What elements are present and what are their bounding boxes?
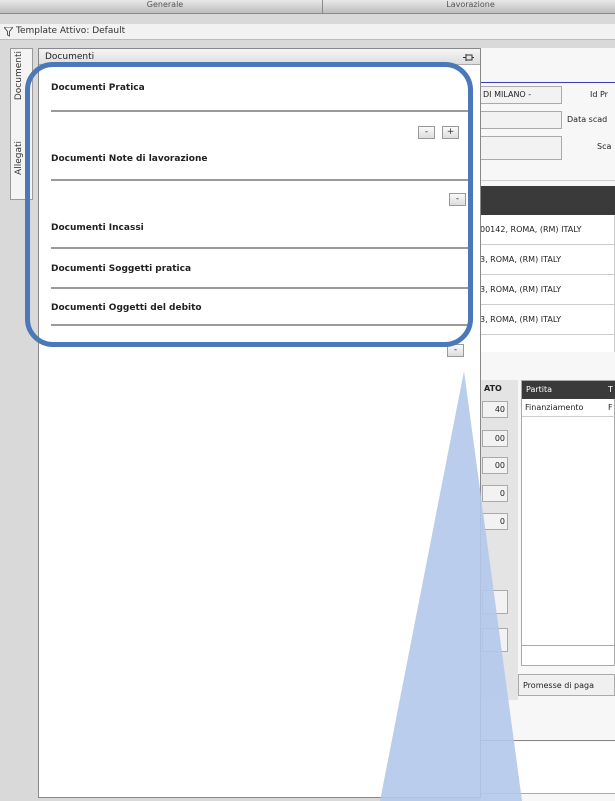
address-cell: 3, ROMA, (RM) ITALY	[480, 285, 562, 294]
partita-table-header: Partita T	[522, 381, 615, 399]
background-field-2[interactable]	[480, 111, 562, 129]
bottom-divider	[480, 740, 615, 741]
filter-icon[interactable]	[4, 27, 13, 37]
due-date-label: Data scad	[567, 115, 608, 124]
table-footer-line	[522, 645, 615, 646]
side-tab-allegati-label: Allegati	[14, 141, 24, 175]
highlight-bracket	[25, 62, 473, 347]
address-cell: 00142, ROMA, (RM) ITALY	[480, 225, 582, 234]
side-tab-allegati[interactable]: Allegati	[14, 141, 24, 199]
table-row[interactable]: 00142, ROMA, (RM) ITALY	[480, 215, 615, 245]
column-header-partita: Partita	[526, 385, 553, 394]
amount-column	[480, 380, 518, 700]
background-field-3[interactable]	[480, 136, 562, 160]
tab-promesse-di-pagamento[interactable]: Promesse di paga	[518, 674, 615, 696]
side-tab-documenti-label: Documenti	[14, 51, 24, 101]
side-tab-documenti[interactable]: Documenti	[14, 51, 24, 113]
type-cell: F	[608, 403, 613, 412]
template-bar: Template Attivo: Default	[0, 24, 615, 40]
amount-field[interactable]: 40	[482, 401, 508, 418]
amount-field-empty[interactable]	[482, 628, 508, 652]
address-table-header	[480, 186, 615, 215]
sca-label: Sca	[597, 142, 612, 151]
amount-field[interactable]: 00	[482, 430, 508, 447]
address-cell: 3, ROMA, (RM) ITALY	[480, 315, 562, 324]
amount-field[interactable]: 0	[482, 485, 508, 502]
amount-header: ATO	[484, 384, 502, 393]
partita-table: Partita T Finanziamento F	[521, 380, 615, 666]
table-row[interactable]: 3, ROMA, (RM) ITALY	[480, 305, 615, 335]
tab-lavorazione-label: Lavorazione	[446, 0, 495, 9]
bottom-area	[480, 742, 615, 794]
address-table: 00142, ROMA, (RM) ITALY 3, ROMA, (RM) IT…	[480, 215, 615, 352]
table-row[interactable]: 3, ROMA, (RM) ITALY	[480, 245, 615, 275]
tab-promesse-label: Promesse di paga	[523, 681, 595, 690]
form-top-rule	[480, 82, 615, 83]
tab-generale-label: Generale	[146, 0, 184, 9]
column-header-t: T	[608, 385, 613, 394]
table-row[interactable]: Finanziamento F	[522, 399, 615, 417]
tab-lavorazione[interactable]: Lavorazione	[326, 0, 615, 13]
partita-cell: Finanziamento	[525, 403, 584, 412]
form-divider	[480, 180, 615, 181]
template-label: Template Attivo: Default	[16, 26, 126, 36]
amount-field[interactable]: 0	[482, 513, 508, 530]
address-cell: 3, ROMA, (RM) ITALY	[480, 255, 562, 264]
creditor-field[interactable]: DI MILANO -	[480, 86, 562, 104]
table-row[interactable]: 3, ROMA, (RM) ITALY	[480, 275, 615, 305]
id-label: Id Pr	[590, 90, 608, 99]
amount-field[interactable]: 00	[482, 457, 508, 474]
pin-icon[interactable]	[463, 53, 474, 62]
tab-generale[interactable]: Generale	[8, 0, 323, 13]
amount-field-empty[interactable]	[482, 590, 508, 614]
top-tab-bar: Generale Lavorazione	[0, 0, 615, 14]
documents-panel-title: Documenti	[45, 52, 95, 62]
